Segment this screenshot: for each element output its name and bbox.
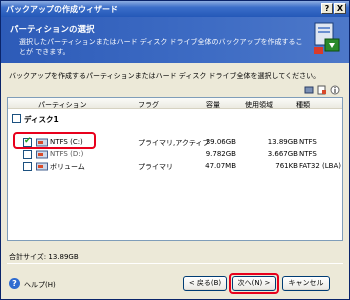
divider (7, 263, 343, 264)
disk-info-icon[interactable] (304, 85, 314, 95)
wizard-header: パーティションの選択 選択したパーティションまたはハード ディスク ドライブ全体… (1, 17, 349, 63)
step-description: 選択したパーティションまたはハード ディスク ドライブ全体のバックアップを作成す… (19, 38, 303, 56)
partition-flag: プライマリ (138, 163, 173, 171)
instruction-text: バックアップを作成するパーティションまたはハード ディスク ドライブ全体を選択し… (9, 72, 321, 80)
column-capacity[interactable]: 容量 (206, 100, 220, 110)
partition-type: NTFS (299, 138, 317, 146)
next-button-highlight (229, 273, 279, 294)
partition-used: 13.89GB (267, 138, 298, 146)
cancel-button[interactable]: キャンセル (282, 276, 330, 291)
partition-list: パーティション フラグ 容量 使用領域 種類 ディスク1 NTFS (C:) プ… (7, 97, 343, 241)
partition-used: 3.667GB (267, 150, 298, 158)
partition-name: ボリューム (50, 163, 85, 171)
backup-logo-icon (314, 22, 340, 54)
partition-icon (36, 162, 48, 171)
window-title: バックアップの作成ウィザード (6, 5, 118, 14)
column-flag[interactable]: フラグ (138, 100, 159, 110)
partition-capacity: 39.06GB (205, 138, 236, 146)
partition-row[interactable]: ボリューム プライマリ 47.07MB 761KB FAT32 (LBA) (8, 161, 342, 172)
disk-checkbox[interactable] (12, 114, 21, 123)
step-title: パーティションの選択 (10, 25, 95, 35)
column-type[interactable]: 種類 (296, 100, 310, 110)
disk-label: ディスク1 (24, 115, 59, 124)
help-icon: ? (9, 278, 20, 289)
properties-icon[interactable] (317, 85, 327, 95)
help-title-button[interactable]: ? (321, 3, 333, 14)
back-button[interactable]: < 戻る(B) (183, 276, 227, 291)
wizard-window: バックアップの作成ウィザード ? X パーティションの選択 選択したパーティショ… (0, 0, 350, 300)
column-header: パーティション フラグ 容量 使用領域 種類 (8, 98, 342, 109)
partition-type: NTFS (299, 150, 317, 158)
partition-capacity: 9.782GB (205, 150, 236, 158)
selected-partition-highlight (13, 132, 96, 149)
partition-icon (36, 150, 48, 159)
total-size: 合計サイズ: 13.89GB (9, 253, 79, 261)
partition-row[interactable]: NTFS (D:) 9.782GB 3.667GB NTFS (8, 149, 342, 160)
partition-used: 761KB (275, 162, 298, 170)
help-label: ヘルプ(H) (24, 281, 56, 289)
close-button[interactable]: X (334, 3, 346, 14)
partition-capacity: 47.07MB (205, 162, 236, 170)
partition-checkbox[interactable] (23, 162, 32, 171)
info-icon[interactable] (330, 85, 340, 95)
disk-row[interactable]: ディスク1 (8, 113, 342, 124)
partition-checkbox[interactable] (23, 150, 32, 159)
column-partition[interactable]: パーティション (38, 100, 87, 110)
partition-flag: プライマリ,アクティブ (138, 139, 210, 147)
partition-name: NTFS (D:) (50, 150, 84, 158)
column-used[interactable]: 使用領域 (245, 100, 273, 110)
title-bar: バックアップの作成ウィザード ? X (1, 1, 349, 17)
partition-type: FAT32 (LBA) (299, 162, 341, 170)
